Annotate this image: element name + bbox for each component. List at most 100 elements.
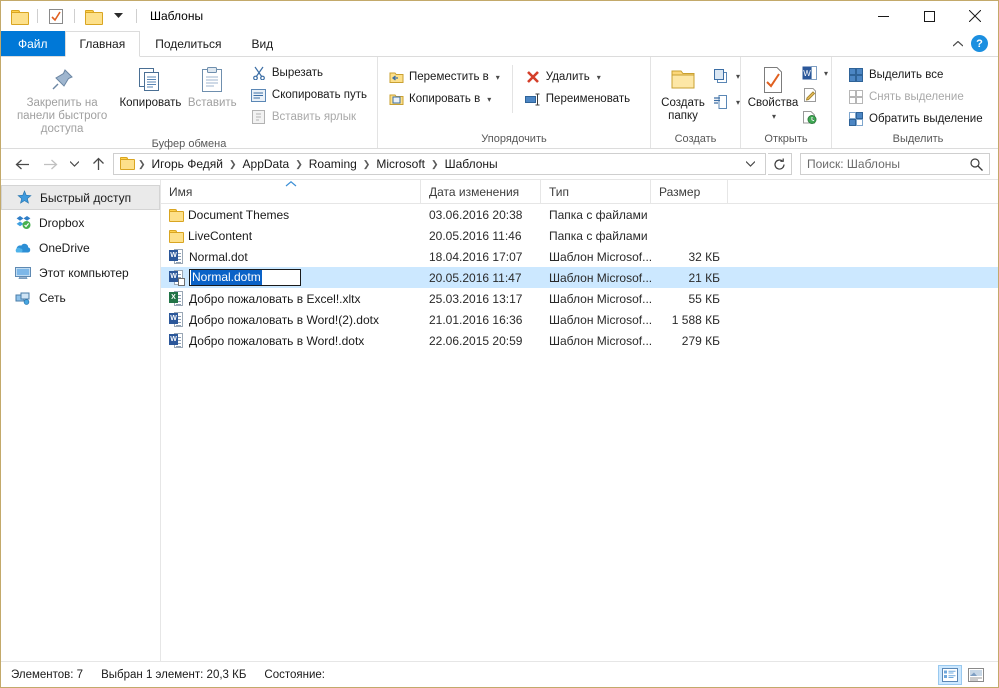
file-name-cell[interactable]: Document Themes xyxy=(161,208,421,222)
delete-button[interactable]: Удалить ▾ xyxy=(521,66,634,88)
ribbon-group-select: Выделить все Снять выделение xyxy=(832,57,998,148)
column-header-type[interactable]: Тип xyxy=(541,180,651,203)
large-icons-view-icon[interactable] xyxy=(964,665,988,685)
table-row[interactable]: W Добро пожаловать в Word!(2).dotx 21.01… xyxy=(161,309,998,330)
edit-button[interactable] xyxy=(799,84,830,106)
window-controls xyxy=(860,1,998,31)
rename-button[interactable]: Переименовать xyxy=(521,88,634,110)
up-button[interactable] xyxy=(85,152,111,176)
breadcrumb-item-roaming[interactable]: Roaming xyxy=(305,157,361,171)
copy-button[interactable]: Копировать xyxy=(117,61,183,112)
breadcrumb-item-appdata[interactable]: AppData xyxy=(239,157,294,171)
chevron-down-icon[interactable] xyxy=(740,161,761,167)
ribbon-group-clipboard-label: Буфер обмена xyxy=(1,138,377,150)
breadcrumb[interactable]: ❯ Игорь Федяй ❯ AppData ❯ Roaming ❯ Micr… xyxy=(113,153,766,175)
invert-selection-button[interactable]: Обратить выделение xyxy=(844,108,987,130)
word-doc-icon: W xyxy=(169,312,183,328)
dropbox-icon xyxy=(15,215,31,231)
new-item-button[interactable]: ▾ xyxy=(711,63,742,89)
recent-locations-button[interactable] xyxy=(65,152,83,176)
chevron-down-icon[interactable]: ▾ xyxy=(736,72,740,81)
details-view-icon[interactable] xyxy=(938,665,962,685)
paste-button[interactable]: Вставить xyxy=(184,61,241,112)
column-header-date[interactable]: Дата изменения xyxy=(421,180,541,203)
chevron-down-icon[interactable]: ▾ xyxy=(824,69,828,78)
table-row[interactable]: Document Themes 03.06.2016 20:38 Папка с… xyxy=(161,204,998,225)
search-icon[interactable] xyxy=(970,158,983,171)
file-name-cell[interactable]: W Добро пожаловать в Word!.dotx xyxy=(161,333,421,349)
main-area: Быстрый доступ Dropbox xyxy=(1,179,998,661)
close-button[interactable] xyxy=(952,1,998,31)
chevron-down-icon[interactable]: ▾ xyxy=(597,73,601,82)
back-button[interactable] xyxy=(9,152,35,176)
history-button[interactable] xyxy=(799,106,830,128)
minimize-button[interactable] xyxy=(860,1,906,31)
refresh-icon[interactable] xyxy=(768,153,792,175)
chevron-up-icon[interactable] xyxy=(951,37,965,51)
table-row[interactable]: X Добро пожаловать в Excel!.xltx 25.03.2… xyxy=(161,288,998,309)
breadcrumb-item-microsoft[interactable]: Microsoft xyxy=(372,157,429,171)
properties-button[interactable]: Свойства ▾ xyxy=(747,61,799,125)
column-header-size[interactable]: Размер xyxy=(651,180,728,203)
breadcrumb-separator[interactable]: ❯ xyxy=(362,159,372,170)
table-row[interactable]: W Normal.dot 18.04.2016 17:07 Шаблон Mic… xyxy=(161,246,998,267)
chevron-down-icon[interactable]: ▾ xyxy=(772,110,776,123)
chevron-down-icon[interactable]: ▾ xyxy=(736,98,740,107)
file-name-cell[interactable]: W Normal.dotm xyxy=(161,269,421,286)
forward-button[interactable] xyxy=(37,152,63,176)
breadcrumb-separator[interactable]: ❯ xyxy=(228,159,238,170)
properties-icon[interactable] xyxy=(46,6,66,26)
breadcrumb-separator[interactable]: ❯ xyxy=(430,159,440,170)
cut-button[interactable]: Вырезать xyxy=(247,62,371,84)
pin-to-quick-access-label: Закрепить на панели быстрого доступа xyxy=(11,97,113,136)
tab-home[interactable]: Главная xyxy=(65,31,141,57)
breadcrumb-separator[interactable]: ❯ xyxy=(294,159,304,170)
invert-selection-icon xyxy=(848,111,864,127)
sidebar-item-onedrive[interactable]: OneDrive xyxy=(1,235,160,260)
ribbon-group-clipboard: Закрепить на панели быстрого доступа Коп… xyxy=(1,57,378,148)
sidebar-item-network[interactable]: Сеть xyxy=(1,285,160,310)
file-name-cell[interactable]: LiveContent xyxy=(161,229,421,243)
new-folder-icon[interactable] xyxy=(83,6,103,26)
folder-icon xyxy=(169,230,182,241)
chevron-down-icon[interactable]: ▾ xyxy=(496,73,500,82)
sidebar-item-dropbox[interactable]: Dropbox xyxy=(1,210,160,235)
select-all-button[interactable]: Выделить все xyxy=(844,64,987,86)
easy-access-button[interactable]: ▾ xyxy=(711,89,742,115)
rename-input[interactable]: Normal.dotm xyxy=(189,269,301,286)
column-header-label: Дата изменения xyxy=(429,185,519,199)
table-row-selected[interactable]: W Normal.dotm 20.05.2016 11:47 Шаблон Mi… xyxy=(161,267,998,288)
pin-to-quick-access-button[interactable]: Закрепить на панели быстрого доступа xyxy=(7,61,117,138)
file-name-cell[interactable]: X Добро пожаловать в Excel!.xltx xyxy=(161,291,421,307)
folder-icon[interactable] xyxy=(9,6,29,26)
file-name-cell[interactable]: W Normal.dot xyxy=(161,249,421,265)
maximize-button[interactable] xyxy=(906,1,952,31)
help-button[interactable]: ? xyxy=(971,35,988,52)
column-header-name[interactable]: Имя xyxy=(161,180,421,203)
breadcrumb-item-templates[interactable]: Шаблоны xyxy=(441,157,502,171)
tab-share[interactable]: Поделиться xyxy=(140,31,236,56)
file-size-cell: 279 КБ xyxy=(651,334,728,348)
table-row[interactable]: W Добро пожаловать в Word!.dotx 22.06.20… xyxy=(161,330,998,351)
copy-path-button[interactable]: Скопировать путь xyxy=(247,84,371,106)
open-with-word-button[interactable]: W ▾ xyxy=(799,62,830,84)
copy-to-button[interactable]: Копировать в ▾ xyxy=(384,88,504,110)
copy-path-label: Скопировать путь xyxy=(272,89,367,101)
tab-view[interactable]: Вид xyxy=(236,31,288,56)
paste-shortcut-button[interactable]: Вставить ярлык xyxy=(247,106,371,128)
move-to-button[interactable]: Переместить в ▾ xyxy=(384,66,504,88)
chevron-down-icon[interactable]: ▾ xyxy=(487,95,491,104)
tab-file[interactable]: Файл xyxy=(1,31,65,56)
chevron-down-icon[interactable] xyxy=(108,6,128,26)
table-row[interactable]: LiveContent 20.05.2016 11:46 Папка с фай… xyxy=(161,225,998,246)
search-input[interactable]: Поиск: Шаблоны xyxy=(800,153,990,175)
properties-label: Свойства xyxy=(748,97,799,110)
folder-icon xyxy=(169,209,182,220)
select-none-button[interactable]: Снять выделение xyxy=(844,86,987,108)
breadcrumb-item-user[interactable]: Игорь Федяй xyxy=(148,157,227,171)
new-folder-button[interactable]: Создать папку xyxy=(657,61,709,125)
sidebar-item-this-pc[interactable]: Этот компьютер xyxy=(1,260,160,285)
folder-icon xyxy=(118,157,136,171)
file-name-cell[interactable]: W Добро пожаловать в Word!(2).dotx xyxy=(161,312,421,328)
sidebar-item-quick-access[interactable]: Быстрый доступ xyxy=(1,185,160,210)
